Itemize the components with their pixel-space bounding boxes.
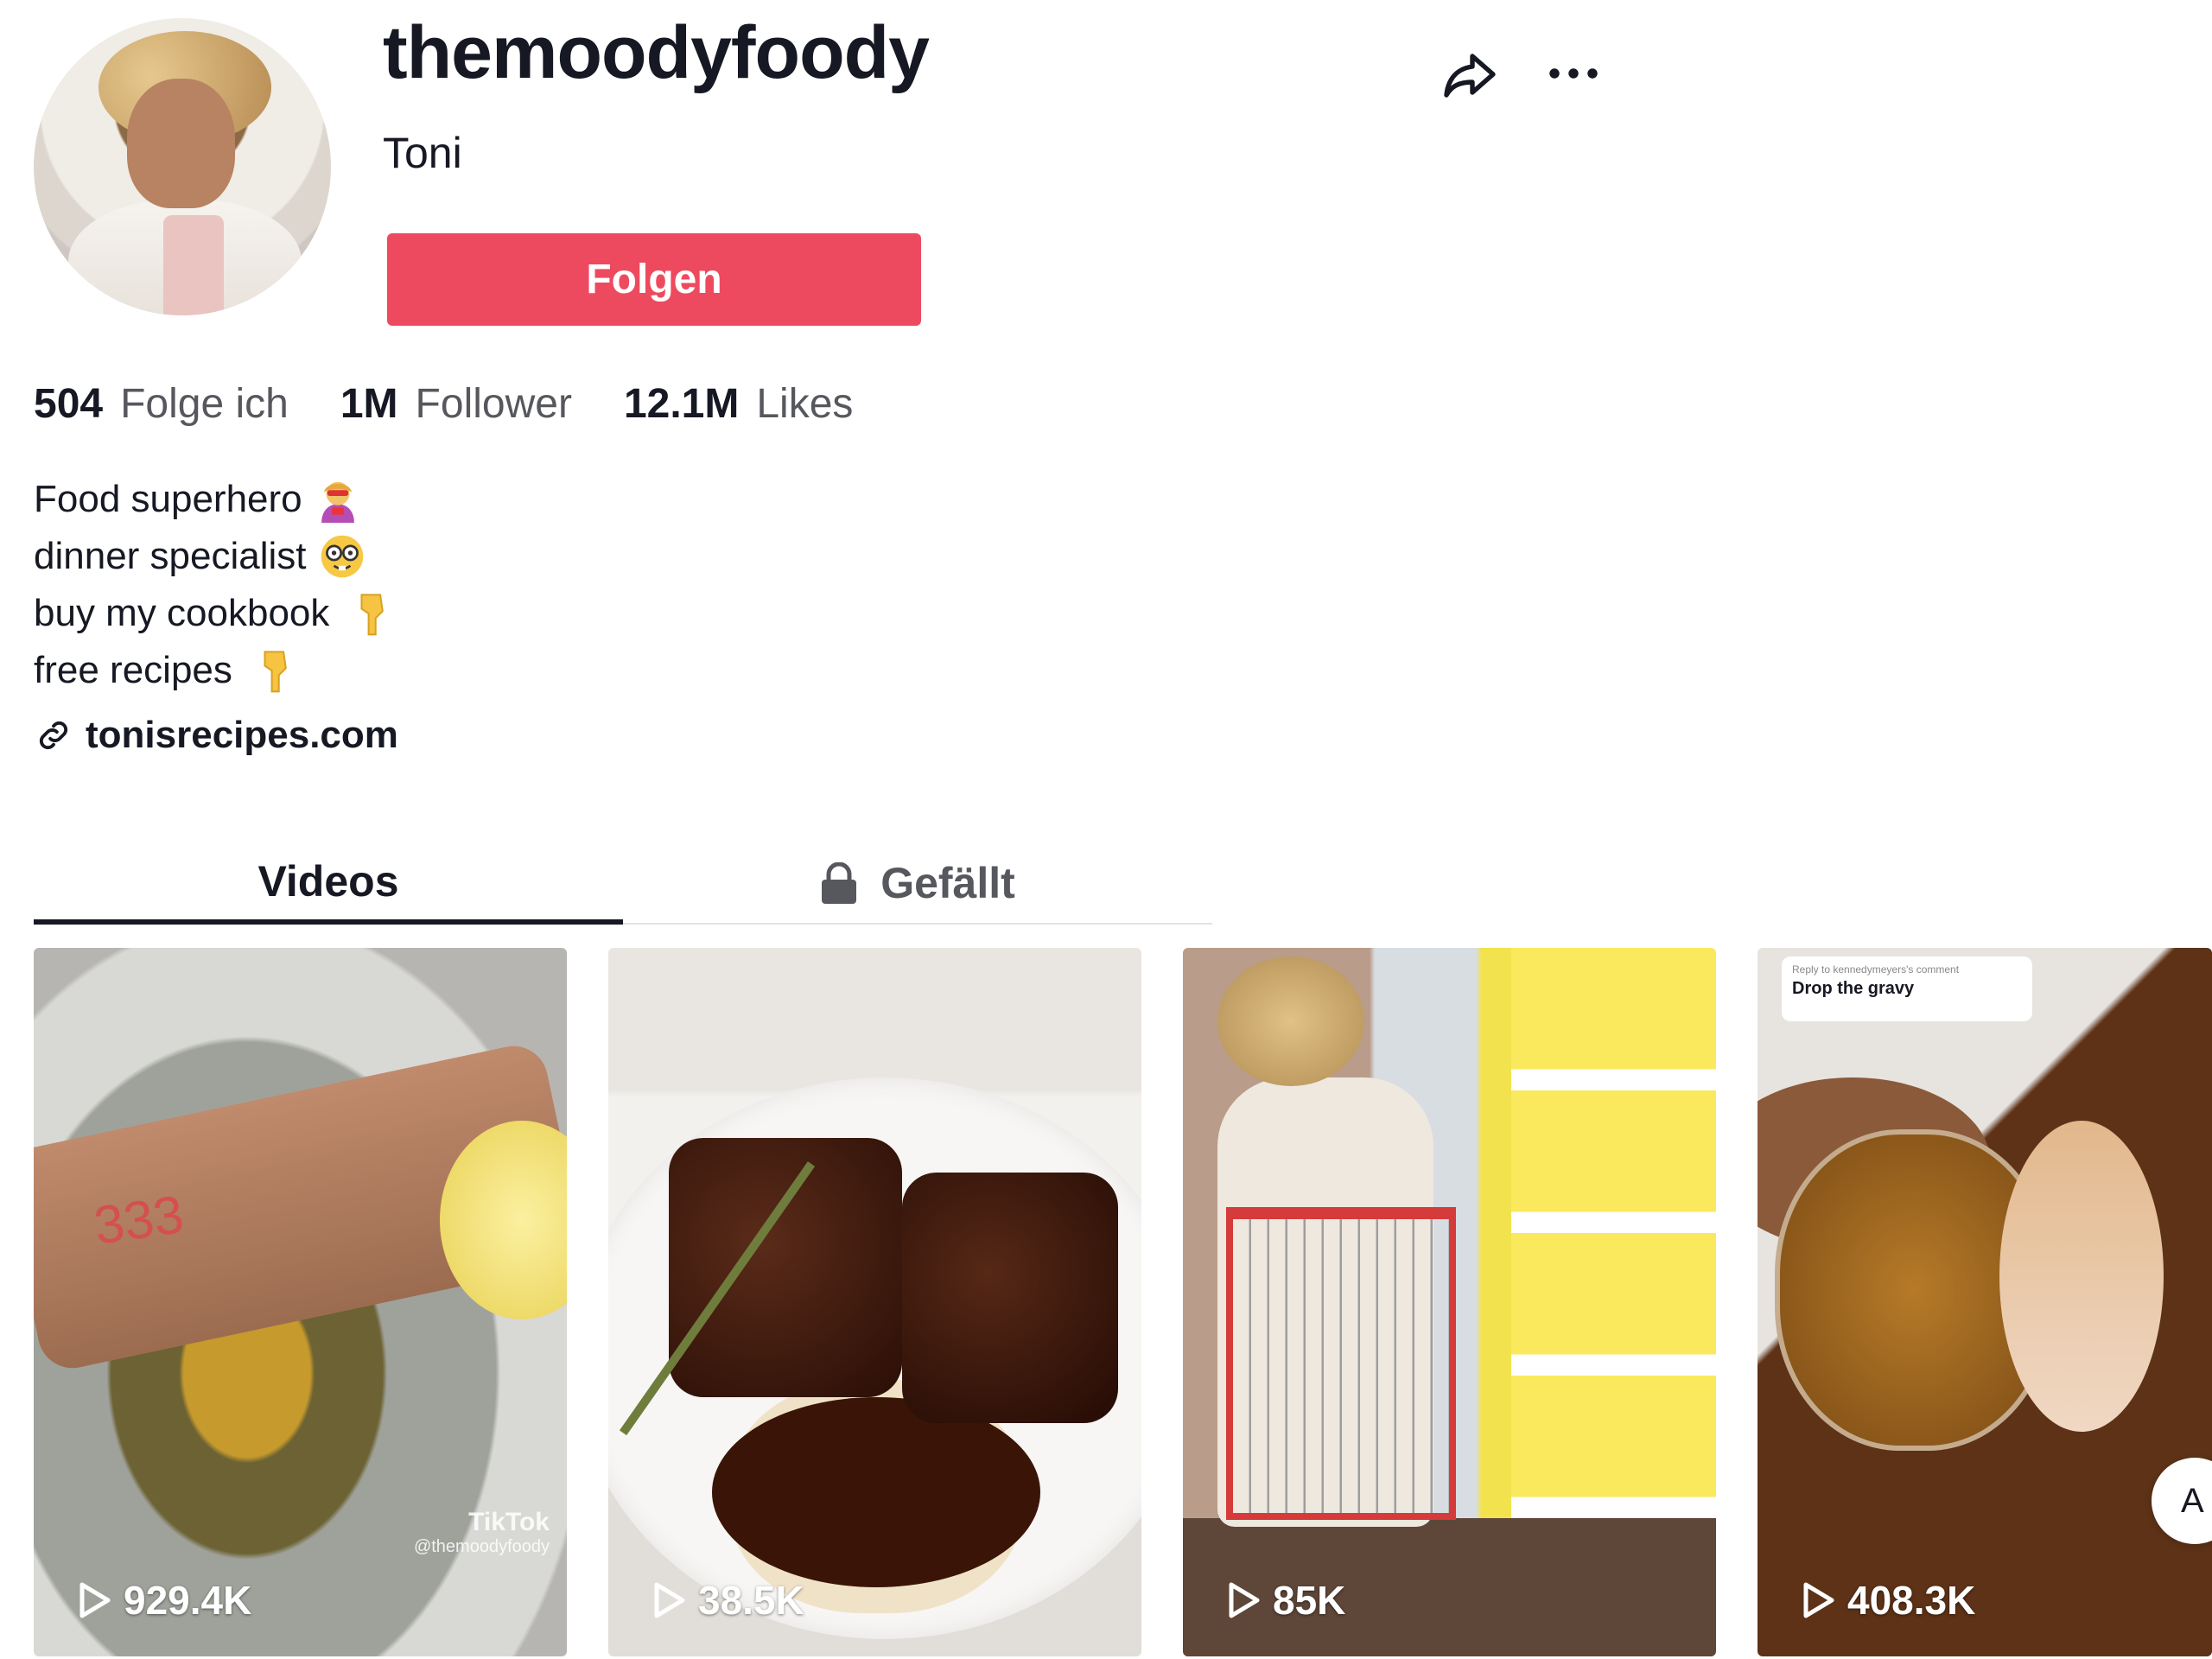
lock-icon — [822, 861, 857, 904]
profile-bio: Food superhero dinner specialist buy my … — [34, 471, 397, 699]
tab-liked[interactable]: Gefällt — [623, 842, 1212, 925]
bio-text: Food superhero — [34, 478, 302, 520]
followers-count[interactable]: 1M — [340, 380, 398, 428]
tab-videos-label: Videos — [257, 856, 399, 906]
bio-text: buy my cookbook — [34, 592, 330, 634]
video-view-count: 408.3K — [1801, 1577, 1975, 1624]
video-thumbnail[interactable]: Reply to kennedymeyers's comment Drop th… — [1758, 948, 2212, 1656]
thumbnail-short-rib — [669, 1138, 902, 1397]
followers-label[interactable]: Follower — [416, 380, 572, 428]
reply-comment-bubble: Reply to kennedymeyers's comment Drop th… — [1782, 957, 2032, 1021]
video-thumbnail[interactable]: 85K — [1183, 948, 1716, 1656]
play-icon — [1803, 1582, 1834, 1618]
video-view-count: 929.4K — [77, 1577, 251, 1624]
profile-stats: 504 Folge ich 1M Follower 12.1M Likes — [34, 380, 905, 428]
play-icon — [1229, 1582, 1260, 1618]
likes-count: 12.1M — [623, 381, 740, 427]
bio-line: buy my cookbook — [34, 585, 397, 642]
pointing-down-emoji-icon — [360, 594, 385, 636]
thumbnail-short-rib — [902, 1173, 1118, 1423]
video-view-count: 38.5K — [652, 1577, 804, 1624]
view-count-text: 85K — [1273, 1578, 1346, 1623]
thumbnail-cart — [1226, 1207, 1456, 1520]
pointing-down-emoji-icon — [264, 651, 287, 693]
link-icon — [39, 721, 68, 750]
following-count[interactable]: 504 — [34, 380, 103, 428]
follow-button[interactable]: Folgen — [387, 233, 921, 326]
thumbnail-sauce — [712, 1397, 1040, 1587]
avatar-face — [127, 79, 235, 208]
likes-label: Likes — [756, 381, 854, 427]
profile-link-text[interactable]: tonisrecipes.com — [86, 714, 398, 757]
next-arrow-button[interactable]: A — [2152, 1458, 2212, 1544]
video-view-count: 85K — [1226, 1577, 1345, 1624]
watermark-text: TikTok — [468, 1508, 550, 1536]
view-count-text: 38.5K — [698, 1578, 804, 1623]
comment-text: Drop the gravy — [1792, 979, 1915, 998]
profile-nickname: Toni — [383, 129, 462, 177]
play-icon — [654, 1582, 685, 1618]
tiktok-watermark: TikTok @themoodyfoody — [414, 1508, 550, 1557]
view-count-text: 929.4K — [124, 1578, 252, 1623]
superhero-emoji-icon — [321, 481, 354, 523]
thumbnail-tattoo: 333 — [90, 1185, 188, 1256]
tab-liked-label: Gefällt — [880, 858, 1015, 907]
following-label[interactable]: Folge ich — [120, 380, 289, 428]
more-options-icon[interactable] — [1545, 52, 1602, 95]
nerd-face-emoji-icon — [321, 535, 363, 578]
bio-line: free recipes — [34, 642, 397, 699]
bio-text: free recipes — [34, 649, 232, 691]
profile-link[interactable]: tonisrecipes.com — [34, 714, 398, 757]
video-thumbnail[interactable]: 38.5K — [608, 948, 1141, 1656]
thumbnail-person-hair — [1217, 957, 1364, 1086]
play-icon — [79, 1582, 111, 1618]
bio-text: dinner specialist — [34, 535, 307, 577]
bio-line: dinner specialist — [34, 528, 397, 585]
profile-username: themoodyfoody — [383, 11, 930, 94]
thumbnail-meat — [1999, 1121, 2164, 1432]
watermark-handle: @themoodyfoody — [413, 1537, 550, 1556]
bio-line: Food superhero — [34, 471, 397, 528]
share-icon[interactable] — [1439, 43, 1501, 105]
view-count-text: 408.3K — [1847, 1578, 1976, 1623]
avatar-apron — [163, 215, 224, 315]
profile-avatar[interactable] — [34, 18, 331, 315]
tab-videos[interactable]: Videos — [34, 842, 623, 925]
reply-to-text: Reply to kennedymeyers's comment — [1792, 963, 1960, 976]
video-thumbnail[interactable]: 333 TikTok @themoodyfoody 929.4K — [34, 948, 567, 1656]
